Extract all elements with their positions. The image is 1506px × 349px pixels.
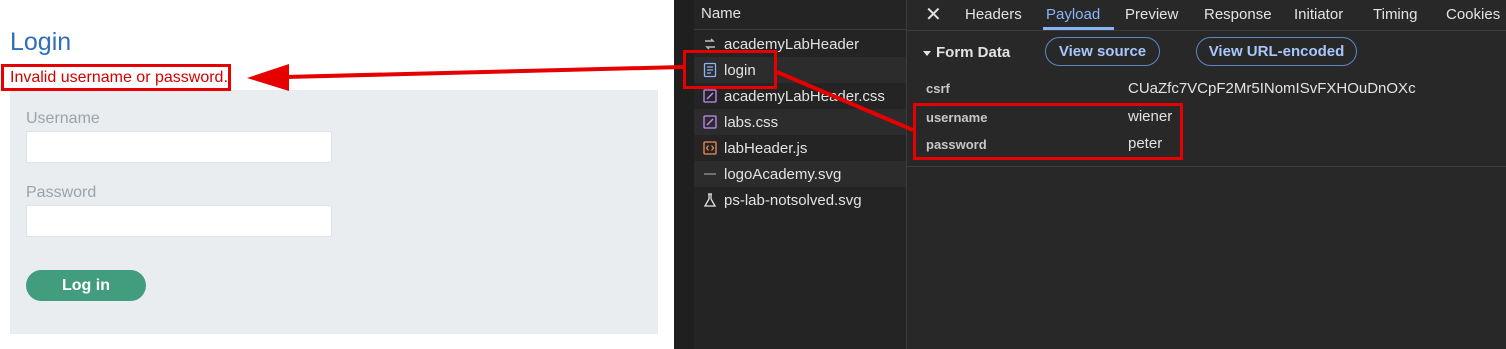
annotation-arrows bbox=[247, 64, 914, 132]
arrow-head bbox=[247, 64, 289, 91]
connector-line bbox=[776, 70, 914, 132]
arrow-line bbox=[284, 65, 684, 79]
